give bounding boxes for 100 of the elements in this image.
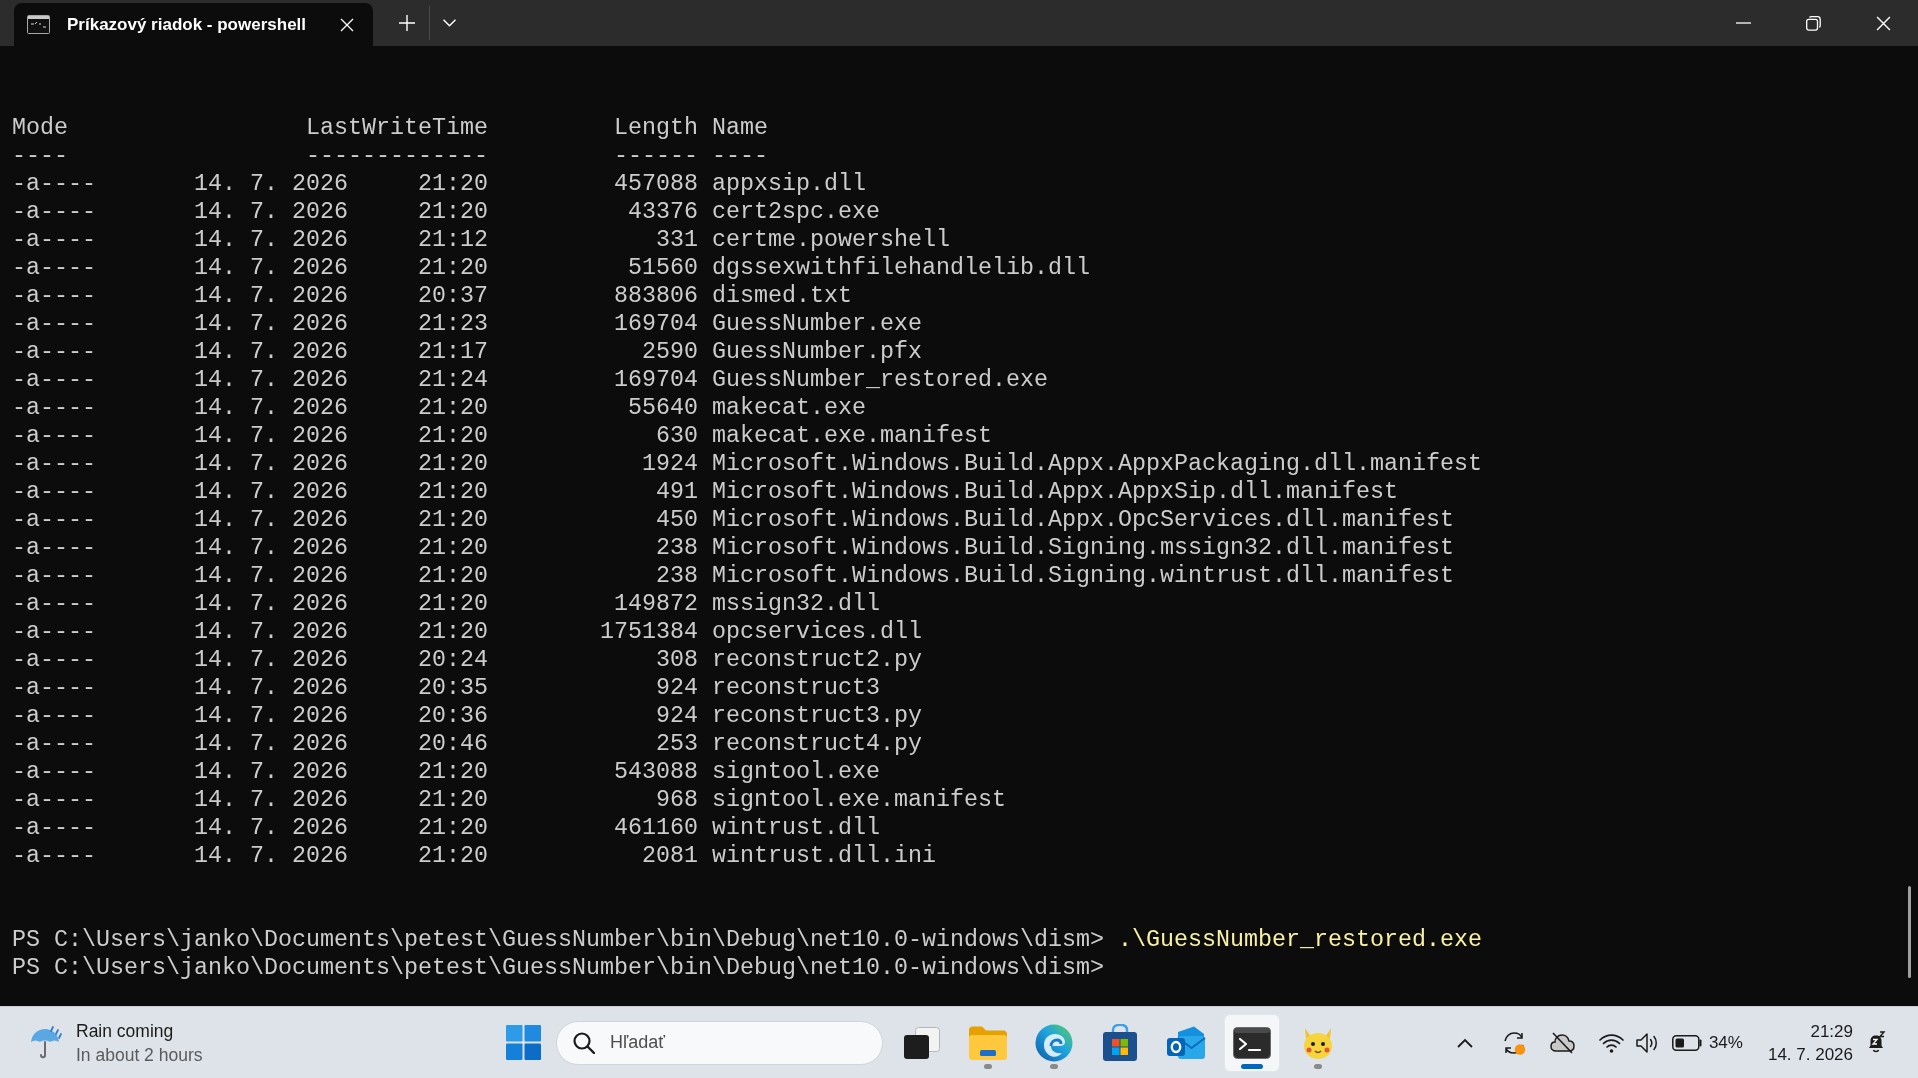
file-date: 14. 7. 2026 (194, 226, 348, 254)
restore-icon (1805, 15, 1821, 31)
taskbar-app-button[interactable] (1224, 1013, 1280, 1072)
file-time: 21:20 (417, 506, 488, 534)
file-size: 308 (655, 646, 698, 674)
file-name: certme.powershell (711, 226, 950, 254)
terminal-tab[interactable]: Príkazový riadok - powershell (14, 3, 373, 46)
file-size: 461160 (613, 814, 698, 842)
sync-icon[interactable] (1501, 1030, 1526, 1055)
envelope-icon (1166, 1025, 1206, 1060)
file-time: 21:20 (417, 534, 488, 562)
plus-icon (399, 15, 415, 31)
file-name: cert2spc.exe (711, 198, 880, 226)
wifi-icon[interactable] (1598, 1032, 1624, 1053)
file-date: 14. 7. 2026 (194, 478, 348, 506)
file-name: makecat.exe.manifest (711, 422, 992, 450)
swirl-icon (1035, 1023, 1073, 1062)
file-time: 21:20 (417, 478, 488, 506)
file-date: 14. 7. 2026 (194, 758, 348, 786)
file-time: 21:12 (417, 226, 488, 254)
file-date: 14. 7. 2026 (194, 814, 348, 842)
file-size: 149872 (613, 590, 698, 618)
file-name: Microsoft.Windows.Build.Appx.AppxSip.dll.manifest (711, 478, 1398, 506)
file-size: 169704 (613, 366, 698, 394)
file-date: 14. 7. 2026 (194, 310, 348, 338)
file-time: 21:20 (417, 198, 488, 226)
file-time: 21:20 (417, 758, 488, 786)
file-mode: -a---- (12, 478, 96, 506)
file-mode: -a---- (12, 338, 96, 366)
bell-snooze-icon[interactable] (1867, 1031, 1888, 1054)
file-name: appxsip.dll (711, 170, 866, 198)
file-name: reconstruct4.py (711, 730, 922, 758)
file-size: 968 (655, 786, 698, 814)
file-mode: -a---- (12, 226, 96, 254)
cloud-off-icon[interactable] (1549, 1031, 1575, 1054)
file-time: 21:20 (417, 786, 488, 814)
file-time: 21:20 (417, 842, 488, 870)
file-mode: -a---- (12, 814, 96, 842)
file-date: 14. 7. 2026 (194, 842, 348, 870)
chevron-up-icon[interactable] (1456, 1037, 1473, 1048)
close-icon (340, 17, 354, 32)
file-mode: -a---- (12, 758, 96, 786)
file-name: mssign32.dll (711, 590, 880, 618)
file-size: 457088 (613, 170, 698, 198)
file-name: reconstruct3 (711, 674, 880, 702)
file-size: 169704 (613, 310, 698, 338)
file-name: GuessNumber.exe (711, 310, 922, 338)
folder-icon (969, 1025, 1007, 1060)
prompt-text: PS C:\Users\janko\Documents\petest\GuessNumber\bin\Debug\net10.0-windows\dism> (12, 954, 1104, 982)
file-mode: -a---- (12, 618, 96, 646)
file-mode: -a---- (12, 282, 96, 310)
file-name: opcservices.dll (711, 618, 922, 646)
file-name: signtool.exe (711, 758, 880, 786)
file-time: 20:46 (417, 730, 488, 758)
file-mode: -a---- (12, 674, 96, 702)
file-mode: -a---- (12, 366, 96, 394)
file-time: 21:20 (417, 394, 488, 422)
clock-date[interactable]: 14. 7. 2026 (1767, 1042, 1853, 1066)
file-mode: -a---- (12, 842, 96, 870)
file-date: 14. 7. 2026 (194, 338, 348, 366)
umbrella-rain-icon[interactable] (29, 1024, 63, 1061)
search-field[interactable]: Hľadať (556, 1020, 883, 1065)
file-mode: -a---- (12, 506, 96, 534)
clock-time[interactable]: 21:29 (1810, 1019, 1853, 1043)
file-date: 14. 7. 2026 (194, 674, 348, 702)
file-name: reconstruct3.py (711, 702, 922, 730)
file-date: 14. 7. 2026 (194, 170, 348, 198)
file-date: 14. 7. 2026 (194, 646, 348, 674)
file-date: 14. 7. 2026 (194, 730, 348, 758)
speaker-icon[interactable] (1635, 1031, 1660, 1054)
file-size: 331 (655, 226, 698, 254)
column-header: Length (613, 114, 698, 142)
file-name: dismed.txt (711, 282, 852, 310)
file-size: 491 (655, 478, 698, 506)
file-time: 21:20 (417, 590, 488, 618)
file-size: 630 (655, 422, 698, 450)
file-name: Microsoft.Windows.Build.Appx.OpcServices.dll.manifest (711, 506, 1454, 534)
file-name: Microsoft.Windows.Build.Appx.AppxPackaging.dll.manifest (711, 450, 1482, 478)
file-size: 1924 (641, 450, 698, 478)
column-header: LastWriteTime (305, 114, 488, 142)
four-panes-icon[interactable] (506, 1025, 541, 1060)
file-name: Microsoft.Windows.Build.Signing.mssign32.dll.manifest (711, 534, 1454, 562)
file-mode: -a---- (12, 786, 96, 814)
file-time: 21:20 (417, 254, 488, 282)
shopping-bag-icon (1102, 1024, 1138, 1061)
scrollbar-thumb[interactable] (1907, 886, 1911, 978)
file-name: GuessNumber_restored.exe (711, 366, 1048, 394)
file-date: 14. 7. 2026 (194, 618, 348, 646)
file-date: 14. 7. 2026 (194, 282, 348, 310)
minimize-icon (1735, 22, 1751, 24)
file-mode: -a---- (12, 310, 96, 338)
header-underline: ------ (613, 142, 698, 170)
file-mode: -a---- (12, 198, 96, 226)
chevron-down-icon (442, 19, 456, 27)
battery-icon[interactable] (1671, 1034, 1703, 1051)
file-name: makecat.exe (711, 394, 866, 422)
file-size: 450 (655, 506, 698, 534)
close-icon (1875, 15, 1891, 31)
file-size: 543088 (613, 758, 698, 786)
file-size: 1751384 (599, 618, 698, 646)
